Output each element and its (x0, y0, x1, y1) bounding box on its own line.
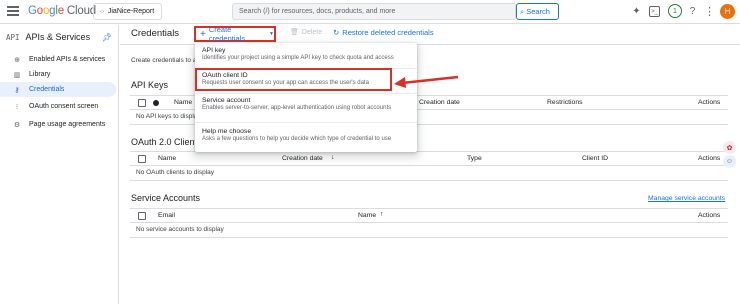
menu-item-title: Help me choose (202, 128, 252, 135)
oauth-title: OAuth 2.0 Client I (131, 137, 203, 147)
oauth-highlight-box (195, 68, 392, 91)
oauth-empty: No OAuth clients to display (136, 169, 215, 176)
select-all-checkbox[interactable] (138, 99, 146, 107)
col-name[interactable]: Name (158, 155, 176, 162)
sidebar: API APIs & Services 📌︎ ⊕ Enabled APIs & … (0, 25, 119, 304)
menu-item-desc: Enables server-to-server, app-level auth… (202, 105, 392, 111)
sidebar-item-label: Page usage agreements (29, 121, 106, 128)
menu-item-title: Service account (202, 97, 251, 104)
menu-item-desc: Asks a few questions to help you decide … (202, 136, 392, 142)
top-bar: Google Cloud ⁘ JiaNice-Report Search (/)… (0, 0, 740, 24)
logo-letter: G (28, 5, 37, 17)
menu-item-title: API key (202, 47, 226, 54)
logo-google-text: Google (28, 5, 64, 17)
row-divider (130, 180, 728, 181)
trash-icon: 🗑︎ (290, 29, 299, 36)
oauth-table-header: Name Creation date ↓ Type Client ID Acti… (130, 151, 728, 166)
notifications-badge[interactable]: 1 (668, 4, 682, 18)
library-icon: ▥ (13, 71, 21, 79)
col-creation-date[interactable]: Creation date (282, 155, 323, 162)
restore-icon: ↻ (333, 28, 340, 37)
col-email[interactable]: Email (158, 212, 175, 219)
google-cloud-logo[interactable]: Google Cloud (28, 5, 96, 17)
col-creation-date[interactable]: Creation date (419, 99, 460, 106)
plus-icon: + (200, 28, 206, 40)
status-dot-icon (153, 100, 159, 106)
col-client-id[interactable]: Client ID (582, 155, 608, 162)
search-button[interactable]: ⌕ Search (516, 3, 559, 20)
restore-deleted-button[interactable]: ↻ Restore deleted credentials (333, 28, 434, 37)
manage-service-accounts-link[interactable]: Manage service accounts (648, 195, 725, 202)
project-icon: ⁘ (99, 8, 105, 16)
more-options-icon[interactable]: ⋮ (703, 5, 716, 18)
service-accounts-title: Service Accounts (131, 193, 201, 203)
menu-item-help-me-choose[interactable]: Help me choose Asks a few questions to h… (195, 128, 417, 142)
key-icon: ⚷ (14, 86, 20, 94)
logo-letter: e (57, 5, 64, 17)
assistant-icon[interactable]: ✿ (723, 141, 736, 154)
sidebar-item-label: OAuth consent screen (29, 103, 99, 110)
col-actions: Actions (698, 212, 721, 219)
consent-icon: ⁝ (15, 103, 19, 111)
search-placeholder: Search (/) for resources, docs, products… (239, 8, 396, 15)
col-type[interactable]: Type (467, 155, 482, 162)
intro-text: Create credentials to a (131, 57, 197, 64)
page-title: Credentials (131, 28, 180, 39)
search-button-label: Search (526, 7, 550, 16)
api-icon: API (6, 32, 20, 42)
menu-divider (195, 93, 417, 94)
select-all-checkbox[interactable] (138, 155, 146, 163)
chevron-down-icon: ▼ (269, 31, 274, 37)
sidebar-item-label: Credentials (29, 86, 65, 93)
search-input[interactable]: Search (/) for resources, docs, products… (232, 3, 516, 20)
create-credentials-menu: API key Identifies your project using a … (195, 43, 417, 152)
logo-cloud-text: Cloud (66, 5, 96, 17)
project-name: JiaNice-Report (107, 8, 155, 15)
gemini-icon[interactable]: ✦ (630, 5, 643, 18)
sidebar-title: APIs & Services (25, 32, 91, 42)
annotation-arrow-icon (394, 75, 459, 88)
menu-icon[interactable] (7, 6, 19, 16)
sidebar-header: API APIs & Services 📌︎ (6, 29, 116, 45)
select-all-checkbox[interactable] (138, 212, 146, 220)
sidebar-item-oauth-consent[interactable]: ⁝ OAuth consent screen (0, 99, 118, 114)
feedback-icon[interactable]: ☺ (723, 155, 736, 168)
cloud-shell-icon[interactable]: >_ (649, 6, 660, 17)
create-credentials-label: Create credentials (208, 25, 246, 43)
menu-item-api-key[interactable]: API key Identifies your project using a … (195, 47, 417, 61)
grid-icon: ⊕ (14, 56, 20, 64)
delete-label: Delete (301, 28, 323, 36)
sidebar-item-label: Enabled APIs & services (29, 56, 106, 63)
menu-item-desc: Identifies your project using a simple A… (202, 55, 394, 61)
col-actions: Actions (698, 99, 721, 106)
avatar[interactable]: H (720, 4, 735, 19)
api-keys-title: API Keys (131, 80, 169, 90)
project-selector[interactable]: ⁘ JiaNice-Report (93, 3, 162, 20)
sidebar-item-enabled-apis[interactable]: ⊕ Enabled APIs & services (0, 52, 118, 67)
sort-up-icon: ↑ (380, 211, 384, 218)
delete-button[interactable]: 🗑︎ Delete (290, 28, 323, 37)
sidebar-item-page-usage[interactable]: ⚙ Page usage agreements (0, 117, 118, 132)
service-accounts-empty: No service accounts to display (136, 226, 224, 233)
api-keys-empty: No API keys to display (136, 113, 201, 120)
sidebar-item-credentials[interactable]: ⚷ Credentials (0, 82, 116, 97)
col-name[interactable]: Name (174, 99, 192, 106)
col-name[interactable]: Name (358, 212, 376, 219)
col-restrictions[interactable]: Restrictions (547, 99, 583, 106)
search-icon: ⌕ (520, 6, 525, 16)
row-divider (130, 237, 728, 238)
pin-icon[interactable]: 📌︎ (102, 33, 112, 42)
sidebar-item-label: Library (29, 71, 51, 78)
service-accounts-table-header: Email Name ↑ Actions (130, 208, 728, 223)
settings-icon: ⚙ (13, 121, 21, 129)
sort-down-icon: ↓ (331, 154, 335, 161)
help-icon[interactable]: ? (686, 5, 699, 18)
sidebar-item-library[interactable]: ▥ Library (0, 67, 118, 82)
col-actions: Actions (698, 155, 721, 162)
menu-item-service-account[interactable]: Service account Enables server-to-server… (195, 97, 417, 111)
restore-label: Restore deleted credentials (342, 28, 434, 37)
menu-divider (195, 122, 417, 123)
create-credentials-button[interactable]: + Create credentials ▼ (194, 25, 276, 43)
